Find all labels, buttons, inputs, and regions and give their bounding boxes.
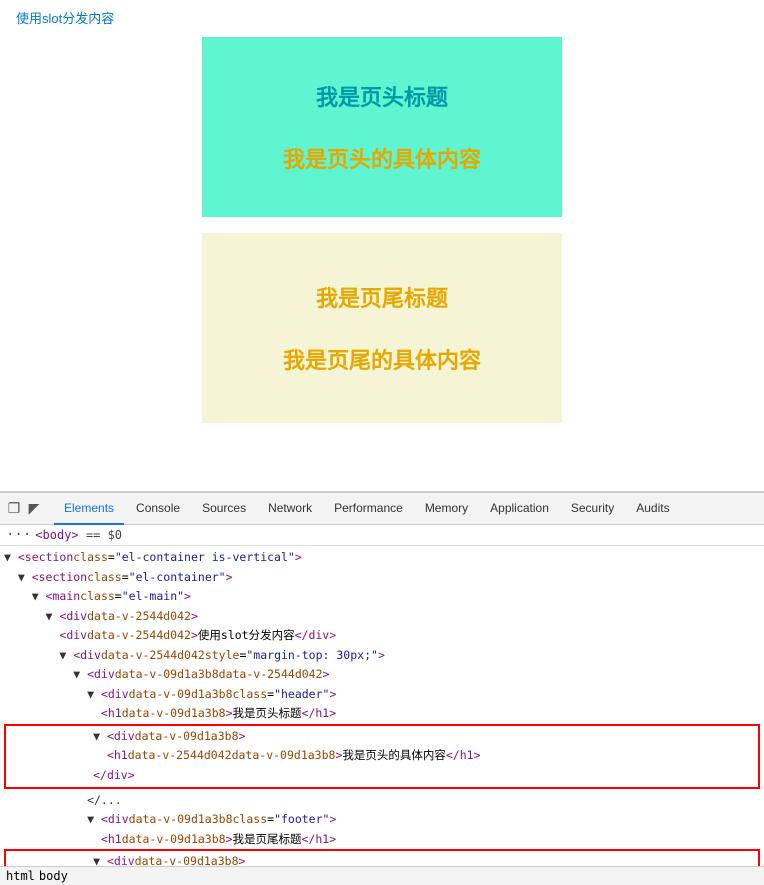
tab-memory[interactable]: Memory	[415, 493, 478, 525]
tree-line[interactable]: ▼ <div data-v-2544d042 style="margin-top…	[0, 646, 764, 666]
devtools-toolbar: ❐ ◤ Elements Console Sources Network Per…	[0, 493, 764, 525]
red-outline-box-1: ▼ <div data-v-09d1a3b8> <h1 data-v-2544d…	[4, 724, 760, 789]
page-content: 使用slot分发内容 我是页头标题 我是页头的具体内容 我是页尾标题 我是页尾的…	[0, 0, 764, 423]
devtools-dots[interactable]: ···	[6, 527, 31, 543]
tree-line[interactable]: ▼ <section class="el-container">	[0, 568, 764, 588]
tree-line[interactable]: ▼ <div data-v-09d1a3b8>	[6, 852, 758, 866]
header-box-content: 我是页头的具体内容	[283, 142, 481, 174]
tab-security[interactable]: Security	[561, 493, 624, 525]
tree-line[interactable]: <h1 data-v-09d1a3b8>我是页尾标题</h1>	[0, 830, 764, 850]
footer-box-title: 我是页尾标题	[316, 281, 448, 313]
tab-console[interactable]: Console	[126, 493, 190, 525]
devtools-elements-tree[interactable]: ▼ <section class="el-container is-vertic…	[0, 546, 764, 866]
tab-application[interactable]: Application	[480, 493, 559, 525]
tree-line[interactable]: ▼ <div data-v-09d1a3b8 class="footer">	[0, 810, 764, 830]
breadcrumb-html[interactable]: html	[6, 869, 35, 883]
tree-line[interactable]: <h1 data-v-2544d042 data-v-09d1a3b8>我是页头…	[6, 746, 758, 766]
tab-sources[interactable]: Sources	[192, 493, 256, 525]
tree-line[interactable]: ▼ <div data-v-09d1a3b8>	[6, 727, 758, 747]
cursor-icon[interactable]: ❐	[4, 499, 24, 519]
header-box: 我是页头标题 我是页头的具体内容	[202, 37, 562, 217]
tree-line[interactable]: ▼ <main class="el-main">	[0, 587, 764, 607]
tab-audits[interactable]: Audits	[626, 493, 679, 525]
devtools-breadcrumb: html body	[0, 866, 764, 885]
footer-box-content: 我是页尾的具体内容	[283, 343, 481, 375]
device-icon[interactable]: ◤	[24, 499, 44, 519]
tab-network[interactable]: Network	[258, 493, 322, 525]
tree-line[interactable]: </...	[0, 791, 764, 811]
selected-element-tag: <body> == $0	[35, 528, 122, 542]
devtools-icon-group: ❐ ◤	[4, 499, 44, 519]
red-outline-box-2: ▼ <div data-v-09d1a3b8> <h1 data-v-2544d…	[4, 849, 760, 866]
tree-line[interactable]: ▼ <div data-v-09d1a3b8 data-v-2544d042>	[0, 665, 764, 685]
tree-line[interactable]: ▼ <div data-v-2544d042>	[0, 607, 764, 627]
tree-line[interactable]: <h1 data-v-09d1a3b8>我是页头标题</h1>	[0, 704, 764, 724]
header-box-title: 我是页头标题	[316, 80, 448, 112]
tab-performance[interactable]: Performance	[324, 493, 413, 525]
footer-box: 我是页尾标题 我是页尾的具体内容	[202, 233, 562, 423]
devtools-selected-bar: ··· <body> == $0	[0, 525, 764, 546]
tab-elements[interactable]: Elements	[54, 493, 124, 525]
devtools-panel: ❐ ◤ Elements Console Sources Network Per…	[0, 491, 764, 885]
breadcrumb-body[interactable]: body	[39, 869, 68, 883]
tree-line[interactable]: ▼ <section class="el-container is-vertic…	[0, 548, 764, 568]
page-title: 使用slot分发内容	[16, 8, 748, 27]
tree-line[interactable]: ▼ <div data-v-09d1a3b8 class="header">	[0, 685, 764, 705]
tree-line[interactable]: <div data-v-2544d042>使用slot分发内容</div>	[0, 626, 764, 646]
tree-line[interactable]: </div>	[6, 766, 758, 786]
